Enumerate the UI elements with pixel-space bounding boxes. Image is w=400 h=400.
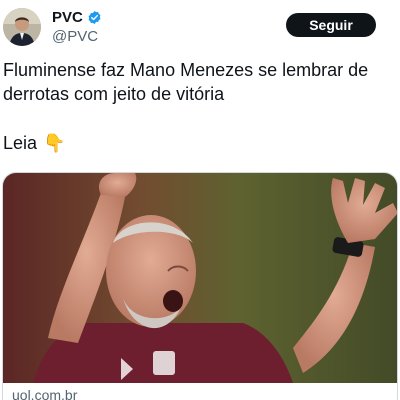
name-row: PVC [52, 9, 102, 26]
point-down-emoji-icon: 👇 [43, 133, 66, 153]
tweet-text: Fluminense faz Mano Menezes se lembrar d… [3, 58, 398, 106]
read-more-line: Leia 👇 [3, 131, 65, 155]
link-card[interactable]: uol.com.br [2, 172, 398, 400]
verified-badge-icon [87, 10, 102, 25]
tweet-header: PVC @PVC Seguir [0, 0, 400, 50]
profile-photo-icon [3, 8, 41, 46]
tweet-text-line-2: derrotas com jeito de vitória [3, 84, 225, 104]
follow-button[interactable]: Seguir [286, 13, 376, 37]
coach-celebrating-photo-icon [3, 173, 397, 383]
link-card-domain[interactable]: uol.com.br [12, 387, 77, 400]
read-label: Leia [3, 133, 38, 153]
tweet-text-line-1: Fluminense faz Mano Menezes se lembrar d… [3, 60, 369, 80]
display-name[interactable]: PVC [52, 9, 83, 26]
avatar[interactable] [3, 8, 41, 46]
handle[interactable]: @PVC [52, 28, 98, 45]
